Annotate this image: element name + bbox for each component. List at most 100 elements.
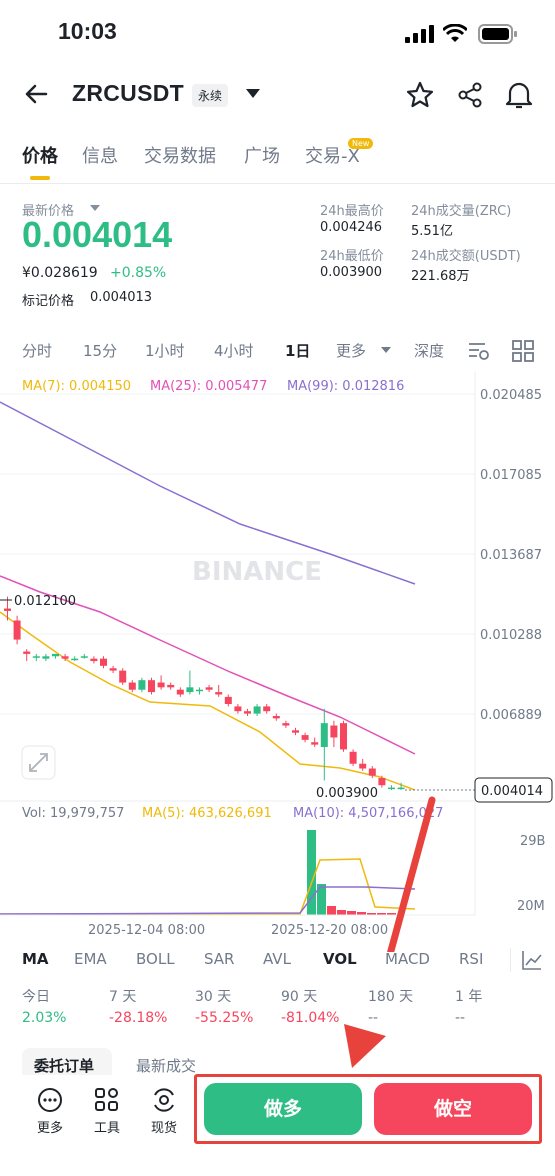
battery-icon — [478, 24, 517, 44]
interval-1h[interactable]: 1小时 — [145, 340, 185, 361]
tab-latest-trades[interactable]: 最新成交 — [136, 1055, 196, 1076]
header: ZRCUSDT 永续 — [0, 68, 555, 122]
interval-1d[interactable]: 1日 — [285, 340, 310, 361]
vol-tick: 20M — [517, 899, 545, 914]
candle-body — [148, 680, 155, 693]
caret-down-icon[interactable] — [90, 205, 100, 212]
ma99-legend: MA(99): 0.012816 — [287, 379, 404, 394]
star-icon[interactable] — [406, 81, 434, 109]
pair-title[interactable]: ZRCUSDT — [72, 80, 184, 107]
wifi-icon — [443, 24, 467, 42]
vol-ma10-legend: MA(10): 4,507,166,027 — [293, 806, 443, 821]
indicator-sar[interactable]: SAR — [204, 950, 234, 968]
vol-usdt-value: 221.68万 — [411, 269, 470, 284]
indicator-macd[interactable]: MACD — [385, 950, 430, 968]
kline-chart[interactable]: MA(7): 0.004150 MA(25): 0.005477 MA(99):… — [0, 372, 555, 952]
share-icon[interactable] — [456, 81, 484, 109]
spot-label: 现货 — [150, 1121, 177, 1136]
vol-legend: Vol: 19,979,757 — [22, 806, 124, 821]
volume-bar — [347, 911, 356, 915]
candle-body — [109, 668, 117, 671]
candle-body — [234, 706, 242, 712]
candle-body — [301, 735, 309, 740]
more-icon — [38, 1088, 62, 1112]
cny-price: ¥0.028619 — [22, 265, 98, 281]
active-tab-indicator — [30, 176, 50, 180]
y-tick: 0.010288 — [480, 628, 542, 643]
indicator-vol[interactable]: VOL — [323, 950, 357, 968]
interval-15m[interactable]: 15分 — [83, 340, 117, 361]
candles — [4, 596, 405, 790]
candle-body — [90, 658, 98, 662]
more-button[interactable]: 更多 — [30, 1087, 70, 1136]
low-value: 0.003900 — [320, 265, 383, 280]
perf-label: 180 天 — [368, 989, 414, 1005]
annotation-highlight-box — [194, 1074, 542, 1144]
high-label: 24h最高价 — [320, 204, 384, 219]
perf-value: -- — [368, 1010, 379, 1026]
signal-icon — [405, 25, 434, 43]
candle-body — [311, 742, 319, 745]
candle-body — [330, 725, 338, 738]
indicator-chart-icon[interactable] — [521, 949, 543, 971]
vol-ma5-legend: MA(5): 463,626,691 — [142, 806, 272, 821]
candle-body — [196, 689, 203, 692]
y-tick: 0.013687 — [480, 548, 542, 563]
vol-zrc-label: 24h成交量(ZRC) — [411, 204, 512, 219]
current-price-tag: 0.004014 — [481, 784, 543, 799]
interval-4h[interactable]: 4小时 — [214, 340, 254, 361]
tab-orders[interactable]: 委托订单 — [34, 1055, 94, 1076]
high-value: 0.004246 — [320, 220, 383, 235]
back-arrow-icon[interactable] — [24, 82, 48, 106]
candle-body — [205, 687, 213, 690]
candle-body — [186, 687, 194, 693]
annotation-arrowhead — [344, 1024, 386, 1068]
y-tick: 0.020485 — [480, 388, 542, 403]
vol-ma10-line — [0, 886, 416, 915]
candle-body — [119, 670, 127, 683]
spot-button[interactable]: 现货 — [144, 1087, 184, 1136]
candle-body — [128, 682, 136, 690]
caret-down-icon[interactable] — [245, 88, 261, 100]
interval-depth[interactable]: 深度 — [414, 340, 444, 361]
candle-body — [138, 680, 146, 690]
candle-body — [368, 768, 376, 776]
candle-body — [100, 658, 107, 666]
main-tabs: 价格 信息 交易数据 广场 交易-X — [0, 132, 555, 182]
perf-label: 7 天 — [109, 989, 137, 1005]
divider — [0, 183, 555, 184]
perf-value: 2.03% — [22, 1010, 67, 1026]
tab-info[interactable]: 信息 — [82, 142, 118, 168]
indicator-boll[interactable]: BOLL — [136, 950, 175, 968]
candle-body — [167, 684, 175, 688]
ma7-legend: MA(7): 0.004150 — [22, 379, 131, 394]
candle-body — [224, 696, 232, 705]
chart-settings-icon[interactable] — [467, 340, 491, 362]
price-change: +0.85% — [110, 265, 167, 281]
chart-grid — [0, 372, 476, 915]
tab-square[interactable]: 广场 — [244, 142, 280, 168]
status-bar: 10:03 — [0, 0, 555, 68]
vol-tick: 29B — [520, 834, 545, 849]
tab-price[interactable]: 价格 — [22, 142, 58, 168]
tab-trading-data[interactable]: 交易数据 — [144, 142, 216, 168]
indicator-rsi[interactable]: RSI — [459, 950, 483, 968]
candle-body — [32, 656, 40, 658]
interval-more[interactable]: 更多 — [336, 340, 366, 361]
candle-body — [215, 692, 223, 695]
volume-bar — [337, 910, 346, 915]
perf-label: 30 天 — [195, 989, 232, 1005]
new-badge: New — [348, 138, 374, 149]
tools-button[interactable]: 工具 — [87, 1087, 127, 1136]
layout-grid-icon[interactable] — [512, 340, 534, 362]
indicator-ema[interactable]: EMA — [74, 950, 107, 968]
bell-icon[interactable] — [505, 80, 533, 110]
indicator-avl[interactable]: AVL — [263, 950, 291, 968]
candle-body — [13, 620, 21, 640]
interval-time[interactable]: 分时 — [22, 340, 52, 361]
candle-body — [80, 656, 88, 658]
candle-body — [263, 706, 271, 712]
candle-body — [4, 608, 11, 611]
perf-value: -- — [455, 1010, 466, 1026]
indicator-ma[interactable]: MA — [22, 950, 49, 968]
